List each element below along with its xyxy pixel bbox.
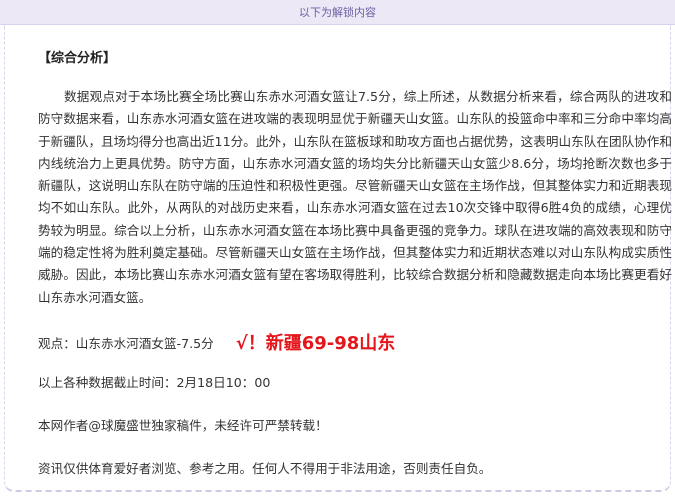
unlock-banner-text: 以下为解锁内容 bbox=[299, 6, 376, 19]
author-notice: 本网作者@球魔盛世独家稿件，未经许可严禁转载！ bbox=[38, 418, 328, 433]
opinion-row: 观点：山东赤水河酒女篮-7.5分 √！新疆69-98山东 bbox=[38, 329, 395, 355]
unlock-banner: 以下为解锁内容 bbox=[0, 0, 675, 25]
analysis-paragraph: 数据观点对于本场比赛全场比赛山东赤水河酒女篮让7.5分，综上所述，从数据分析来看… bbox=[38, 89, 672, 305]
opinion-label: 观点：山东赤水河酒女篮-7.5分 bbox=[38, 335, 214, 351]
result-badge: √！新疆69-98山东 bbox=[235, 333, 396, 354]
disclaimer-text: 资讯仅供体育爱好者浏览、参考之用。任何人不得用于非法用途，否则责任自负。 bbox=[38, 461, 492, 476]
data-cutoff-text: 以上各种数据截止时间：2月18日10：00 bbox=[38, 375, 271, 390]
section-heading: 【综合分析】 bbox=[38, 51, 117, 66]
